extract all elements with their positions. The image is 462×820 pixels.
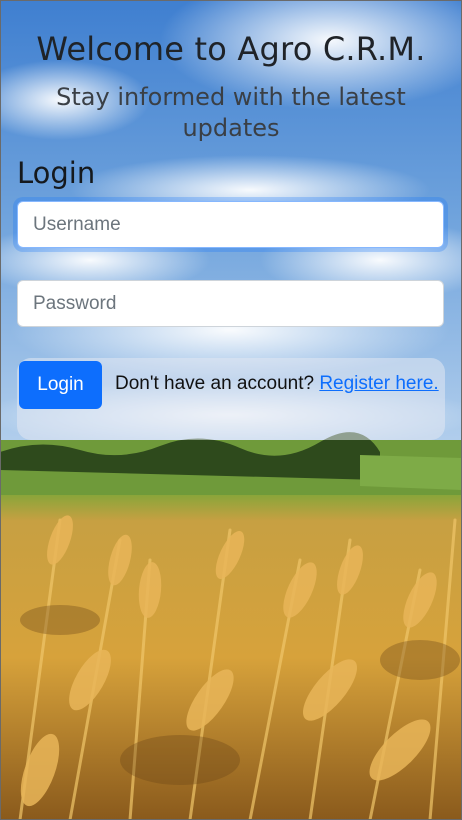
register-prompt-text: Don't have an account? [115,373,315,394]
login-page: Welcome to Agro C.R.M. Stay informed wit… [0,0,462,820]
username-input[interactable] [17,201,444,248]
page-subtitle: Stay informed with the latest updates [56,83,406,142]
login-heading: Login [17,156,96,190]
page-title: Welcome to Agro C.R.M. [36,30,426,68]
password-input[interactable] [17,280,444,327]
register-link[interactable]: Register here. [319,373,438,394]
register-prompt: Don't have an account? Register here. [19,370,439,398]
